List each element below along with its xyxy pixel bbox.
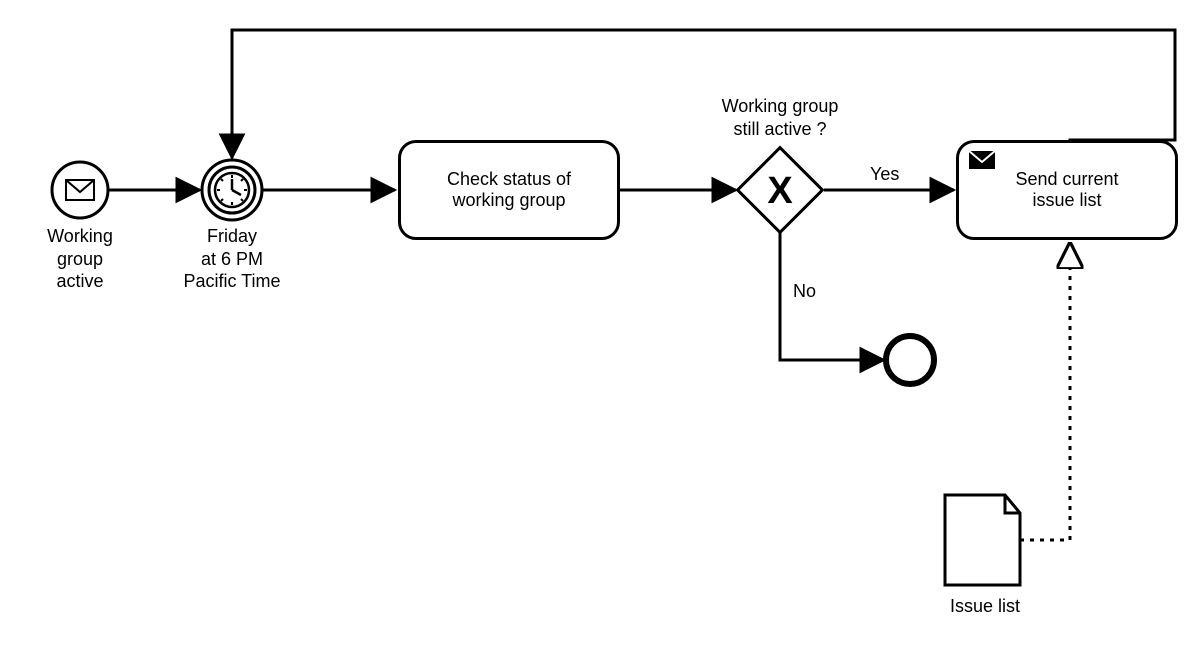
timer-event-label: Fridayat 6 PMPacific Time (172, 225, 292, 293)
envelope-icon (969, 151, 995, 174)
bpmn-canvas: X (0, 0, 1200, 652)
timer-event (202, 160, 262, 220)
start-event-label: Workinggroupactive (40, 225, 120, 293)
start-event (52, 162, 108, 218)
task-send-issue-list-label: Send currentissue list (1015, 169, 1118, 211)
gateway-label: Working groupstill active ? (700, 95, 860, 140)
gateway-yes-label: Yes (870, 163, 920, 186)
exclusive-gateway: X (738, 148, 823, 233)
task-send-issue-list: Send currentissue list (956, 140, 1178, 240)
task-check-status-label: Check status ofworking group (447, 169, 571, 211)
task-check-status: Check status ofworking group (398, 140, 620, 240)
svg-text:X: X (767, 170, 793, 212)
end-event (886, 336, 934, 384)
data-object (945, 495, 1020, 585)
data-association (1020, 244, 1070, 540)
data-object-label: Issue list (930, 595, 1040, 618)
gateway-no-label: No (793, 280, 833, 303)
